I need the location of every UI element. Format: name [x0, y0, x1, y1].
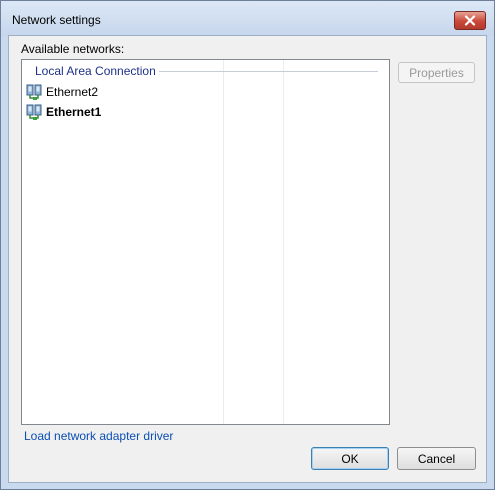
- network-name: Ethernet2: [46, 85, 99, 99]
- group-divider: [159, 71, 378, 72]
- group-header-local-area-connection[interactable]: Local Area Connection: [22, 64, 389, 80]
- close-icon: [464, 15, 476, 26]
- network-adapter-icon: [26, 84, 42, 100]
- cancel-button[interactable]: Cancel: [397, 447, 476, 470]
- dialog-content: Available networks: Local Area Connectio…: [8, 35, 487, 483]
- available-networks-label: Available networks:: [21, 42, 125, 56]
- network-adapter-icon: [26, 104, 42, 120]
- load-network-adapter-driver-link[interactable]: Load network adapter driver: [24, 429, 173, 443]
- list-item-ethernet1[interactable]: Ethernet1: [26, 103, 226, 121]
- title-bar[interactable]: Network settings: [1, 1, 494, 36]
- network-settings-dialog: Network settings Available networks: Loc…: [0, 0, 495, 490]
- group-title: Local Area Connection: [35, 64, 156, 78]
- list-item-ethernet2[interactable]: Ethernet2: [26, 83, 226, 101]
- close-button[interactable]: [454, 11, 486, 30]
- network-name: Ethernet1: [46, 105, 102, 119]
- properties-button[interactable]: Properties: [398, 62, 475, 83]
- ok-button[interactable]: OK: [311, 447, 389, 470]
- column-divider: [283, 60, 284, 424]
- window-title: Network settings: [12, 13, 101, 27]
- networks-list[interactable]: Local Area Connection Ethernet2 Ethernet…: [21, 59, 390, 425]
